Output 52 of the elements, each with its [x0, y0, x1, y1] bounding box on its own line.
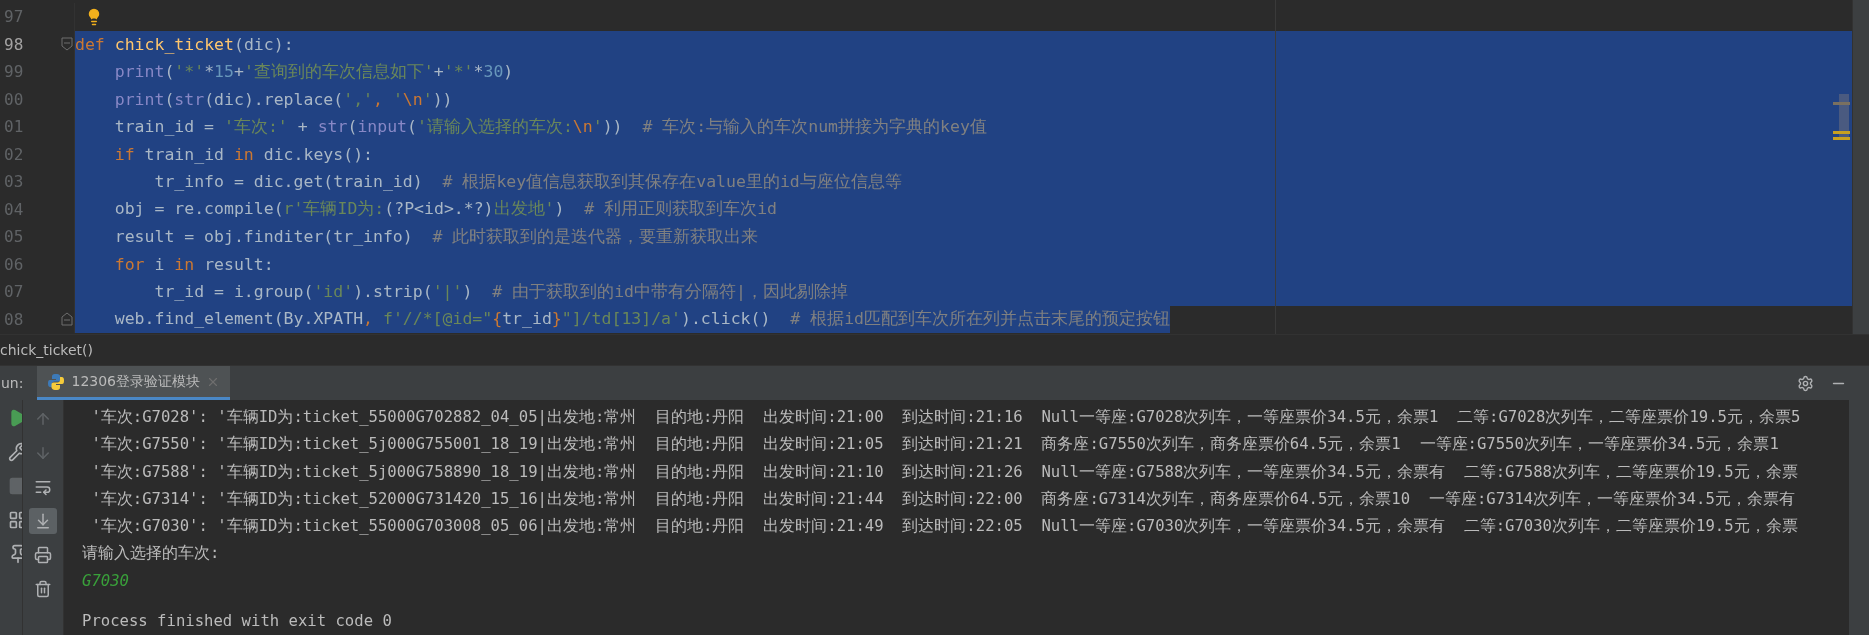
line-number: 05 — [3, 227, 24, 247]
code-line: web.find_element(By.XPATH, f'//*[@id="{tr_id}"]/td[13]/a').click() # 根据id匹配到车次所在列并点击末尾的预定按钮 — [114, 308, 1171, 331]
wrench-icon[interactable] — [8, 442, 22, 462]
code-line: print('*'*15+'查询到的车次信息如下'+'*'*30) — [114, 60, 514, 83]
fold-icon[interactable] — [61, 312, 73, 327]
code-line: tr_info = dic.get(train_id) # 根据key值信息获取到其保存在value里的id与座位信息等 — [154, 170, 902, 193]
stop-icon[interactable] — [8, 476, 22, 496]
console-line: '车次:G7314': '车辆ID为:ticket_52000G731420_15_16|出发地:常州 目的地:丹阳 出发时间:21:44 到达时间:22:00 商务座:G7314次列车，商务座票价64.5元，余票10 一等座:G7314次列车，一等座票价34.5元，余票有 — [90, 488, 1795, 510]
line-number: 99 — [3, 62, 24, 82]
run-tab[interactable]: 12306登录验证模块 — [37, 366, 230, 400]
trash-icon — [34, 580, 52, 598]
line-number: 00 — [3, 89, 24, 109]
code-line: if train_id in dic.keys(): — [114, 144, 374, 164]
console-line: Process finished with exit code 0 — [82, 610, 392, 632]
console-line: '车次:G7588': '车辆ID为:ticket_5j000G758890_18_19|出发地:常州 目的地:丹阳 出发时间:21:10 到达时间:21:26 Null一等座:G7588次列车，一等座票价34.5元，余票有 二等:G7588次列车，二等座票价19.5元，余票 — [90, 461, 1798, 483]
line-number: 04 — [3, 199, 24, 219]
line-number: 98 — [3, 34, 24, 54]
line-number: 02 — [3, 144, 24, 164]
line-number: 01 — [3, 117, 24, 137]
line-number: 08 — [3, 309, 24, 329]
line-number: 07 — [3, 282, 24, 302]
code-line: for i in result: — [114, 254, 274, 274]
tab-title: 12306登录验证模块 — [71, 372, 200, 391]
settings-icon[interactable] — [1797, 374, 1814, 392]
scrollbar[interactable] — [1852, 0, 1869, 334]
console-line: '车次:G7550': '车辆ID为:ticket_5j000G755001_18_19|出发地:常州 目的地:丹阳 出发时间:21:05 到达时间:21:21 商务座:G7550次列车，商务座票价64.5元，余票1 一等座:G7550次列车，一等座票价34.5元，余票1 — [90, 434, 1779, 456]
input-text: G7030 — [82, 570, 129, 592]
printer-icon — [34, 546, 52, 564]
console-line: 请输入选择的车次: — [82, 543, 220, 565]
run-icon[interactable] — [8, 408, 22, 428]
layout-icon[interactable] — [8, 510, 22, 530]
code-line: obj = re.compile(r'车辆ID为:(?P<id>.*?)出发地') # 利用正则获取到车次id — [114, 198, 778, 221]
scroll-to-end-button[interactable] — [29, 508, 57, 534]
line-number: 06 — [3, 254, 24, 274]
python-icon — [47, 372, 66, 391]
wrap-icon — [34, 478, 52, 496]
pin-icon[interactable] — [8, 544, 22, 564]
console-line: '车次:G7028': '车辆ID为:ticket_55000G702882_04_05|出发地:常州 目的地:丹阳 出发时间:21:00 到达时间:21:16 Null一等座:G7028次列车，一等座票价34.5元，余票1 二等:G7028次列车，二等座票价19.5元，余票5 — [90, 407, 1801, 428]
line-number: 03 — [3, 172, 24, 192]
run-label: un: — [1, 375, 24, 391]
code-line: def chick_ticket(dic): — [75, 34, 294, 54]
line-number: 97 — [3, 7, 24, 27]
fold-icon[interactable] — [61, 37, 73, 52]
breadcrumb[interactable]: chick_ticket() — [0, 342, 93, 358]
code-line: result = obj.finditer(tr_info) # 此时获取到的是迭代器，要重新获取出来 — [114, 225, 759, 248]
scroll-to-end-icon — [34, 512, 52, 530]
down-arrow-icon — [34, 444, 52, 462]
code-line: tr_id = i.group('id').strip('|') # 由于获取到的id中带有分隔符|，因此剔除掉 — [154, 280, 848, 303]
console-line: '车次:G7030': '车辆ID为:ticket_55000G703008_05_06|出发地:常州 目的地:丹阳 出发时间:21:49 到达时间:22:05 Null一等座:G7030次列车，一等座票价34.5元，余票有 二等:G7030次列车，二等座票价19.5元，余票 — [90, 516, 1798, 538]
code-line: train_id = '车次:' + str(input('请输入选择的车次:\n')) # 车次:与输入的车次num拼接为字典的key值 — [114, 115, 987, 138]
error-stripe-marks — [1833, 94, 1850, 140]
code-line: print(str(dic).replace(',', '\n')) — [114, 89, 453, 109]
